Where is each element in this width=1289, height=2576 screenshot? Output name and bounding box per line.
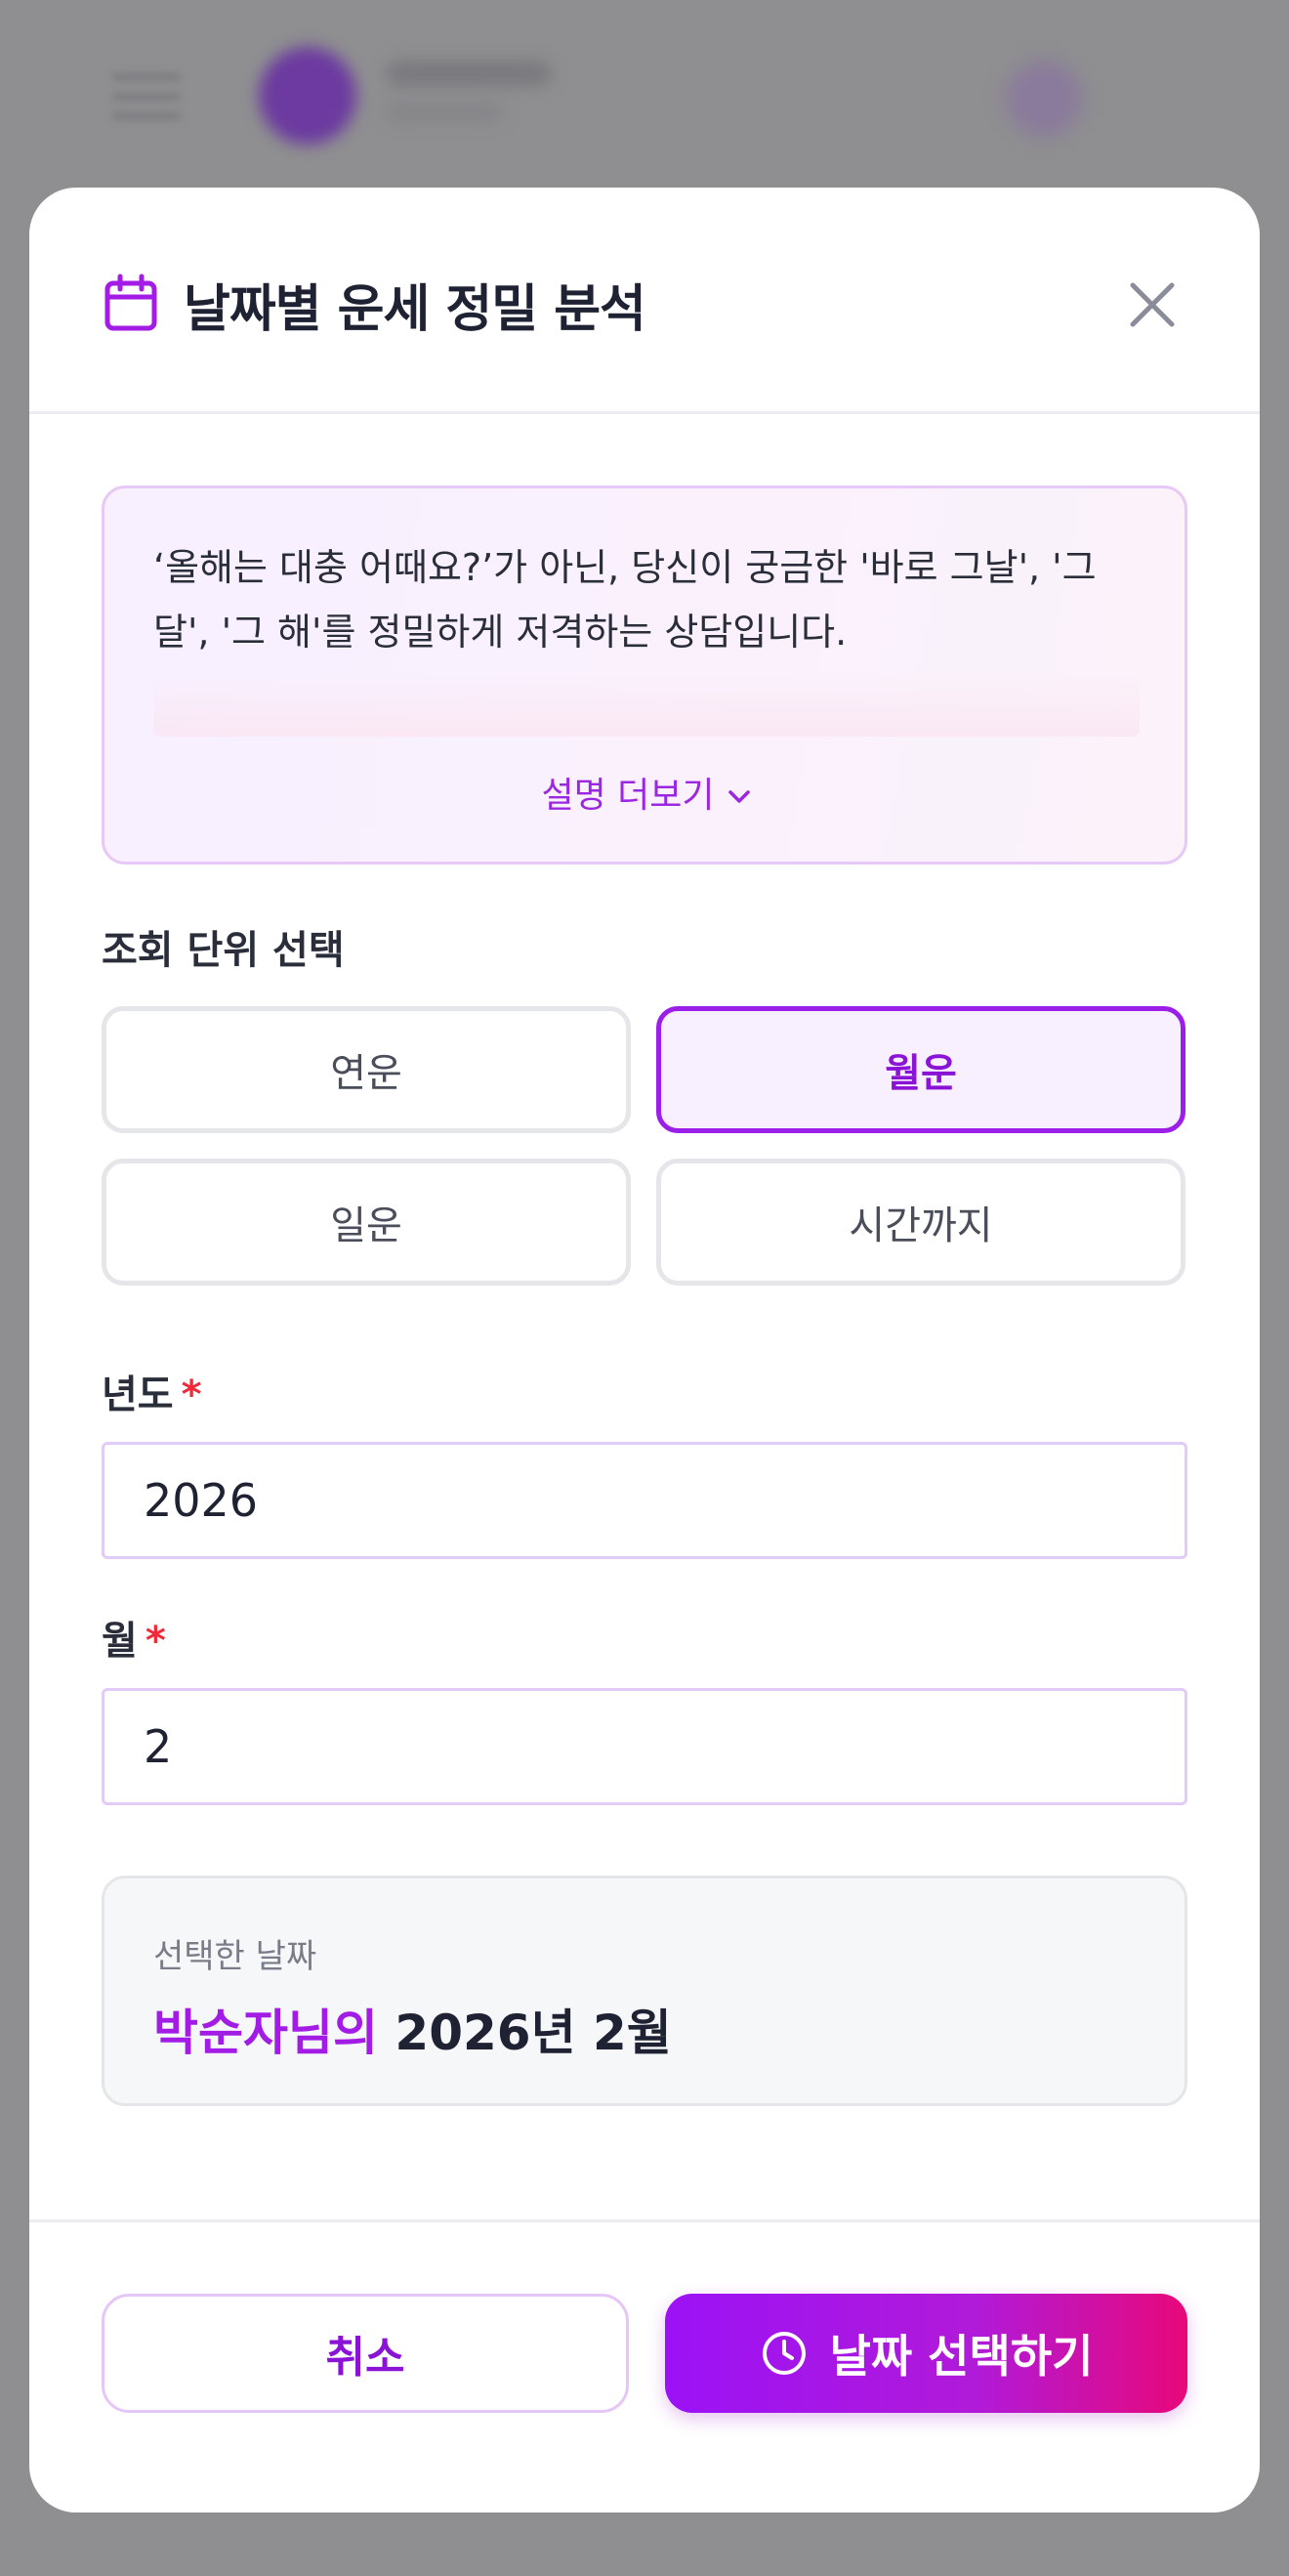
- modal-header: 날짜별 운세 정밀 분석: [29, 188, 1260, 414]
- option-yearly[interactable]: 연운: [102, 1006, 631, 1133]
- year-label-text: 년도: [102, 1372, 174, 1417]
- cancel-button[interactable]: 취소: [102, 2294, 629, 2413]
- background-subtitle: [386, 103, 503, 122]
- chevron-down-icon: [728, 790, 750, 803]
- required-mark: *: [181, 1372, 202, 1417]
- footer-divider: [29, 2219, 1260, 2222]
- show-more-label: 설명 더보기: [541, 776, 715, 816]
- option-monthly[interactable]: 월운: [656, 1006, 1185, 1133]
- unit-select-label: 조회 단위 선택: [102, 928, 345, 973]
- description-text: ‘올해는 대충 어때요?’가 아닌, 당신이 궁금한 '바로 그날', '그 달…: [153, 546, 1097, 654]
- required-mark: *: [145, 1619, 166, 1664]
- month-label: 월 *: [102, 1609, 166, 1666]
- option-hourly[interactable]: 시간까지: [656, 1159, 1185, 1286]
- summary-value: 박순자님의 2026년 2월: [153, 1994, 672, 2064]
- modal-title: 날짜별 운세 정밀 분석: [184, 280, 646, 339]
- background-title: [386, 61, 552, 86]
- summary-label: 선택한 날짜: [153, 1937, 317, 1976]
- select-date-button[interactable]: 날짜 선택하기: [665, 2294, 1187, 2413]
- year-label: 년도 *: [102, 1363, 202, 1419]
- description-fade: [153, 674, 1140, 737]
- show-more-button[interactable]: 설명 더보기: [104, 767, 1190, 818]
- background-action-icon: [1006, 61, 1082, 137]
- menu-icon: [112, 73, 181, 120]
- avatar: [259, 47, 356, 145]
- description-box: ‘올해는 대충 어때요?’가 아닌, 당신이 궁금한 '바로 그날', '그 달…: [102, 486, 1187, 865]
- select-date-label: 날짜 선택하기: [829, 2330, 1094, 2383]
- month-label-text: 월: [102, 1619, 138, 1664]
- background-app-bar: [0, 0, 1289, 195]
- year-input[interactable]: [102, 1442, 1187, 1559]
- summary-date: 2026년 2월: [395, 2005, 672, 2061]
- clock-icon: [762, 2332, 806, 2375]
- selected-date-summary: 선택한 날짜 박순자님의 2026년 2월: [102, 1876, 1187, 2106]
- option-daily[interactable]: 일운: [102, 1159, 631, 1286]
- calendar-icon: [104, 274, 157, 331]
- close-icon[interactable]: [1123, 275, 1182, 334]
- month-input[interactable]: [102, 1688, 1187, 1805]
- summary-name: 박순자님의: [153, 2005, 378, 2061]
